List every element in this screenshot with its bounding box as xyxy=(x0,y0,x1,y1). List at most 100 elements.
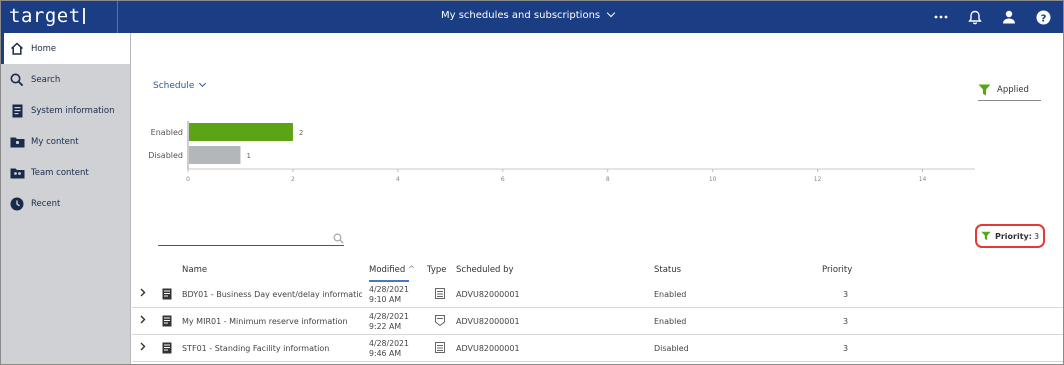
brand-divider xyxy=(117,1,118,33)
row-scheduled-by: ADVU82000001 xyxy=(456,344,520,353)
sidebar: Home Search System information My conten… xyxy=(1,33,131,364)
sidebar-item-my-content[interactable]: My content xyxy=(1,126,130,157)
report-icon xyxy=(162,342,172,356)
column-header-priority[interactable]: Priority xyxy=(822,265,852,275)
row-status: Enabled xyxy=(654,290,687,299)
view-title-label: My schedules and subscriptions xyxy=(441,10,601,21)
search-box xyxy=(158,228,344,246)
status-bar-chart: Enabled 2Disabled 10 2 4 6 8 10 12 14 xyxy=(148,121,975,183)
filter-icon xyxy=(981,231,991,241)
filter-icon xyxy=(978,84,991,95)
chevron-down-icon xyxy=(199,79,207,88)
row-name[interactable]: BDY01 - Business Day event/delay informa… xyxy=(182,290,362,299)
search-icon[interactable] xyxy=(333,229,344,248)
report-icon xyxy=(435,342,445,355)
document-icon xyxy=(9,103,25,119)
schedule-dropdown[interactable]: Schedule xyxy=(153,79,207,91)
column-header-modified-label: Modified xyxy=(369,265,406,275)
priority-filter-chip[interactable]: Priority: 3 xyxy=(975,224,1045,248)
chart-bar xyxy=(189,146,241,164)
search-input[interactable] xyxy=(158,228,318,244)
schedule-dropdown-label: Schedule xyxy=(153,81,195,91)
row-modified-time: 9:46 AM xyxy=(369,349,402,358)
report-view-icon xyxy=(435,315,445,328)
chart-data-label: 2 xyxy=(299,129,303,137)
row-priority: 3 xyxy=(843,290,849,299)
sidebar-item-label: System information xyxy=(31,105,115,116)
sidebar-item-recent[interactable]: Recent xyxy=(1,188,130,219)
row-scheduled-by: ADVU82000001 xyxy=(456,290,520,299)
priority-filter-value: 3 xyxy=(1033,231,1040,241)
table-row[interactable]: STF01 - Standing Facility information 4/… xyxy=(132,336,1063,362)
row-modified: 4/28/2021 9:46 AM xyxy=(369,339,409,359)
column-header-type[interactable]: Type xyxy=(427,265,447,275)
table-row[interactable]: BDY01 - Business Day event/delay informa… xyxy=(132,282,1063,308)
priority-filter-label: Priority: xyxy=(994,231,1032,241)
report-icon xyxy=(435,288,445,301)
row-priority: 3 xyxy=(843,317,849,326)
help-icon[interactable]: ? xyxy=(1033,7,1053,27)
row-scheduled-by: ADVU82000001 xyxy=(456,317,520,326)
row-modified-time: 9:22 AM xyxy=(369,322,402,331)
sidebar-item-label: Team content xyxy=(31,167,89,178)
home-icon xyxy=(9,41,25,57)
chart-x-tick-label: 2 xyxy=(291,176,295,183)
row-modified-date: 4/28/2021 xyxy=(369,285,409,294)
row-status: Enabled xyxy=(654,317,687,326)
more-icon[interactable] xyxy=(931,7,951,27)
clock-icon xyxy=(9,196,25,212)
applied-filter-button[interactable]: Applied xyxy=(978,79,1041,101)
sidebar-item-home[interactable]: Home xyxy=(1,33,130,64)
row-modified-time: 9:10 AM xyxy=(369,295,402,304)
column-header-name[interactable]: Name xyxy=(182,265,207,275)
main-content: Schedule Applied Enabled 2 Disabled 1 0 2 4 6 8 1… xyxy=(132,33,1063,364)
row-name[interactable]: My MIR01 - Minimum reserve information xyxy=(182,317,348,326)
brand-logo: target xyxy=(9,5,85,27)
row-modified: 4/28/2021 9:22 AM xyxy=(369,312,409,332)
row-modified: 4/28/2021 9:10 AM xyxy=(369,285,409,305)
row-modified-date: 4/28/2021 xyxy=(369,312,409,321)
user-icon[interactable] xyxy=(999,7,1019,27)
top-bar: target My schedules and subscriptions ? xyxy=(1,1,1063,33)
bell-icon[interactable] xyxy=(965,7,985,27)
chevron-right-icon[interactable] xyxy=(140,315,148,325)
row-name[interactable]: STF01 - Standing Facility information xyxy=(182,344,329,353)
search-icon xyxy=(9,72,25,88)
chart-bar xyxy=(189,123,293,141)
chart-data-label: 1 xyxy=(246,152,250,160)
chart-x-tick-label: 14 xyxy=(919,176,927,183)
table-header: Name Modified ^ Type Scheduled by Status… xyxy=(132,260,1063,282)
view-title-dropdown[interactable]: My schedules and subscriptions xyxy=(441,8,616,21)
sidebar-item-label: Recent xyxy=(31,198,61,209)
row-status: Disabled xyxy=(654,344,689,353)
folder-icon xyxy=(9,134,25,150)
chart-x-tick-label: 0 xyxy=(186,176,190,183)
chart-x-tick-label: 8 xyxy=(606,176,610,183)
row-priority: 3 xyxy=(843,344,849,353)
team-folder-icon xyxy=(9,165,25,181)
chart-category-label: Enabled xyxy=(151,128,183,137)
column-header-scheduled-by[interactable]: Scheduled by xyxy=(456,265,514,275)
chart-x-tick-label: 4 xyxy=(396,176,400,183)
report-icon xyxy=(162,315,172,329)
sidebar-item-label: My content xyxy=(31,136,79,147)
svg-text:?: ? xyxy=(1040,13,1046,24)
chart-x-tick-label: 10 xyxy=(709,176,717,183)
chart-x-tick-label: 6 xyxy=(501,176,505,183)
sidebar-item-search[interactable]: Search xyxy=(1,64,130,95)
sort-ascending-icon: ^ xyxy=(407,265,416,275)
sidebar-item-team-content[interactable]: Team content xyxy=(1,157,130,188)
sidebar-item-label: Search xyxy=(31,74,61,85)
chart-category-label: Disabled xyxy=(148,151,183,160)
chevron-right-icon[interactable] xyxy=(140,342,148,352)
applied-label: Applied xyxy=(997,84,1029,95)
chevron-right-icon[interactable] xyxy=(140,288,148,298)
column-header-status[interactable]: Status xyxy=(654,265,681,275)
top-icons: ? xyxy=(931,7,1053,27)
report-icon xyxy=(162,288,172,302)
column-header-modified[interactable]: Modified ^ xyxy=(369,265,415,275)
table-row[interactable]: My MIR01 - Minimum reserve information 4… xyxy=(132,309,1063,335)
sidebar-item-system-information[interactable]: System information xyxy=(1,95,130,126)
row-modified-date: 4/28/2021 xyxy=(369,339,409,348)
chevron-down-icon xyxy=(606,8,616,18)
